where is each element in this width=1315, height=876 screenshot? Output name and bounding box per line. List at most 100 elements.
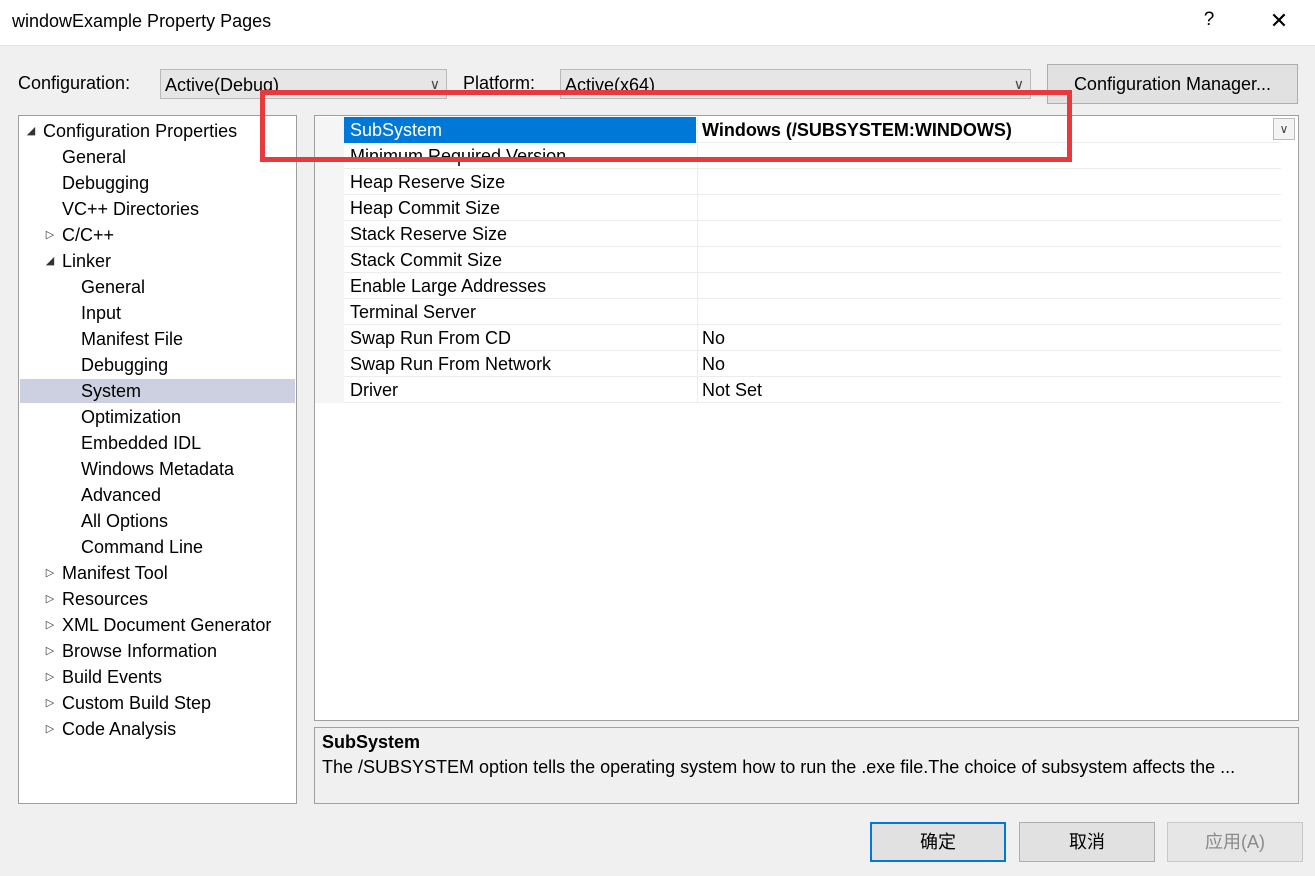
property-value[interactable]: Windows (/SUBSYSTEM:WINDOWS) [697, 117, 1281, 143]
tree-item-label: Build Events [62, 667, 163, 687]
tree-item[interactable]: Debugging [20, 171, 295, 195]
collapsed-triangle-icon[interactable]: ▷ [43, 639, 57, 663]
ok-button[interactable]: 确定 [870, 822, 1006, 862]
row-gutter [315, 117, 344, 143]
row-gutter [315, 247, 344, 273]
row-gutter [315, 169, 344, 195]
property-value[interactable]: Not Set [697, 377, 1281, 403]
tree-item[interactable]: Windows Metadata [20, 457, 295, 481]
tree-item[interactable]: General [20, 275, 295, 299]
collapsed-triangle-icon[interactable]: ▷ [43, 665, 57, 689]
configuration-value: Active(Debug) [165, 75, 280, 95]
collapsed-triangle-icon[interactable]: ▷ [43, 561, 57, 585]
collapsed-triangle-icon[interactable]: ▷ [43, 717, 57, 741]
tree-item-label: General [81, 277, 146, 297]
property-value[interactable]: No [697, 325, 1281, 351]
tree-item[interactable]: ▷ Build Events [20, 665, 295, 689]
window-title: windowExample Property Pages [12, 11, 272, 31]
tree-item-label: Configuration Properties [43, 121, 238, 141]
property-row[interactable]: SubSystem Windows (/SUBSYSTEM:WINDOWS) [315, 117, 1281, 143]
tree-item[interactable]: ▷ C/C++ [20, 223, 295, 247]
property-row[interactable]: Stack Commit Size [315, 247, 1281, 273]
collapsed-triangle-icon[interactable]: ▷ [43, 587, 57, 611]
property-value[interactable] [697, 169, 1281, 195]
configuration-dropdown[interactable]: Active(Debug) ∨ [160, 69, 447, 99]
tree-item[interactable]: All Options [20, 509, 295, 533]
expanded-triangle-icon[interactable]: ◢ [43, 249, 57, 273]
property-value[interactable]: No [697, 351, 1281, 377]
tree-item[interactable]: System [20, 379, 295, 403]
property-value[interactable] [697, 195, 1281, 221]
apply-button[interactable]: 应用(A) [1167, 822, 1303, 862]
property-value[interactable] [697, 273, 1281, 299]
property-row[interactable]: Heap Reserve Size [315, 169, 1281, 195]
property-name[interactable]: Terminal Server [344, 299, 696, 325]
property-tree: ◢ Configuration Properties General Debuggin… [18, 115, 297, 804]
tree-item[interactable]: VC++ Directories [20, 197, 295, 221]
property-name[interactable]: Heap Commit Size [344, 195, 696, 221]
close-button[interactable]: ✕ [1264, 8, 1294, 36]
property-row[interactable]: Driver Not Set [315, 377, 1281, 403]
collapsed-triangle-icon[interactable]: ▷ [43, 223, 57, 247]
property-row[interactable]: Terminal Server [315, 299, 1281, 325]
property-name[interactable]: Driver [344, 377, 696, 403]
cancel-button[interactable]: 取消 [1019, 822, 1155, 862]
tree-item-label: XML Document Generator [62, 615, 272, 635]
value-dropdown-button[interactable]: ∨ [1273, 118, 1295, 140]
platform-value: Active(x64) [565, 75, 656, 95]
property-value[interactable] [697, 247, 1281, 273]
help-button[interactable]: ? [1196, 9, 1222, 35]
expanded-triangle-icon[interactable]: ◢ [24, 119, 38, 143]
property-row[interactable]: Enable Large Addresses [315, 273, 1281, 299]
property-name[interactable]: Stack Reserve Size [344, 221, 696, 247]
tree-item-label: Advanced [81, 485, 162, 505]
property-value[interactable] [697, 299, 1281, 325]
tree-item[interactable]: ▷ Browse Information [20, 639, 295, 663]
property-row[interactable]: Minimum Required Version [315, 143, 1281, 169]
row-gutter [315, 351, 344, 377]
property-name[interactable]: SubSystem [344, 117, 696, 143]
property-name[interactable]: Stack Commit Size [344, 247, 696, 273]
property-row[interactable]: Stack Reserve Size [315, 221, 1281, 247]
configuration-manager-button[interactable]: Configuration Manager... [1047, 64, 1298, 104]
property-name[interactable]: Enable Large Addresses [344, 273, 696, 299]
property-name[interactable]: Minimum Required Version [344, 143, 696, 169]
property-value[interactable] [697, 221, 1281, 247]
tree-item[interactable]: Manifest File [20, 327, 295, 351]
tree-item[interactable]: Advanced [20, 483, 295, 507]
tree-item[interactable]: Debugging [20, 353, 295, 377]
tree-item[interactable]: Optimization [20, 405, 295, 429]
tree-item[interactable]: General [20, 145, 295, 169]
tree-item[interactable]: ▷ Code Analysis [20, 717, 295, 741]
platform-dropdown[interactable]: Active(x64) ∨ [560, 69, 1031, 99]
description-text: The /SUBSYSTEM option tells the operatin… [322, 757, 1236, 777]
property-row[interactable]: Swap Run From Network No [315, 351, 1281, 377]
tree-item[interactable]: Command Line [20, 535, 295, 559]
tree-item[interactable]: ◢ Configuration Properties [20, 119, 295, 143]
tree-item-label: Browse Information [62, 641, 218, 661]
property-name[interactable]: Swap Run From CD [344, 325, 696, 351]
property-row[interactable]: Heap Commit Size [315, 195, 1281, 221]
collapsed-triangle-icon[interactable]: ▷ [43, 613, 57, 637]
property-name[interactable]: Heap Reserve Size [344, 169, 696, 195]
description-title: SubSystem [322, 732, 421, 752]
tree-item[interactable]: ▷ Manifest Tool [20, 561, 295, 585]
tree-item[interactable]: Input [20, 301, 295, 325]
row-gutter [315, 221, 344, 247]
row-gutter [315, 143, 344, 169]
tree-item[interactable]: Embedded IDL [20, 431, 295, 455]
property-value[interactable] [697, 143, 1281, 169]
tree-item[interactable]: ◢ Linker [20, 249, 295, 273]
row-gutter [315, 195, 344, 221]
collapsed-triangle-icon[interactable]: ▷ [43, 691, 57, 715]
property-name[interactable]: Swap Run From Network [344, 351, 696, 377]
tree-item-label: Linker [62, 251, 112, 271]
tree-item-label: Input [81, 303, 122, 323]
chevron-down-icon: ∨ [1013, 76, 1024, 92]
tree-item[interactable]: ▷ XML Document Generator [20, 613, 295, 637]
tree-item[interactable]: ▷ Resources [20, 587, 295, 611]
property-row[interactable]: Swap Run From CD No [315, 325, 1281, 351]
tree-item-label: C/C++ [62, 225, 115, 245]
tree-item-label: Code Analysis [62, 719, 177, 739]
tree-item[interactable]: ▷ Custom Build Step [20, 691, 295, 715]
